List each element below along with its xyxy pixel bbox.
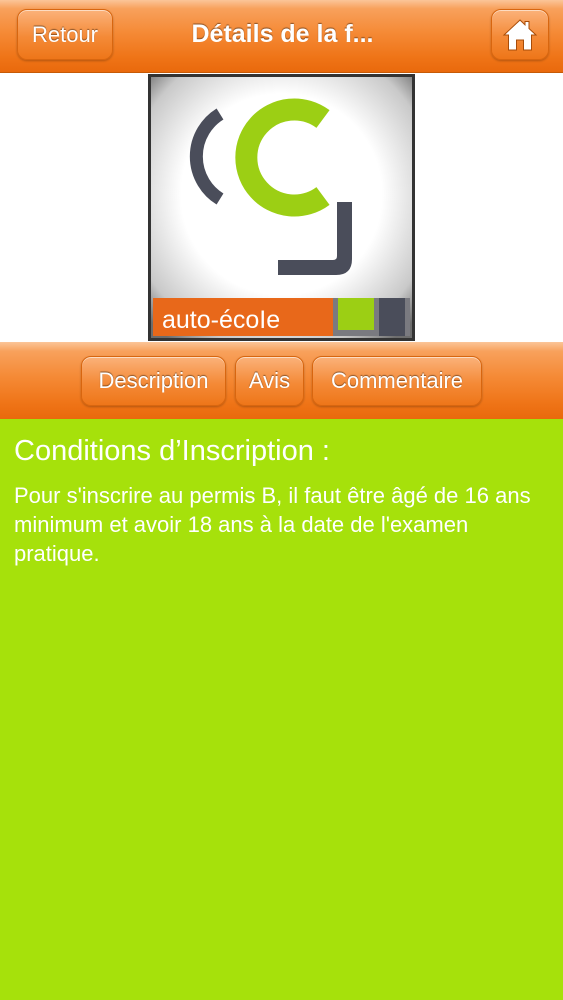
tab-avis-label: Avis bbox=[248, 368, 291, 393]
back-button[interactable]: Retour bbox=[17, 9, 113, 60]
home-button[interactable] bbox=[491, 9, 549, 60]
tab-avis[interactable]: Avis bbox=[235, 356, 304, 406]
back-button-label: Retour bbox=[31, 21, 99, 47]
page-title: Détails de la f... bbox=[191, 19, 374, 48]
tab-description[interactable]: Description bbox=[81, 356, 226, 406]
home-icon bbox=[502, 18, 538, 50]
tab-description-label: Description bbox=[98, 368, 209, 393]
logo-area: auto-écoIe bbox=[0, 73, 563, 342]
tab-bar: Description Avis Commentaire bbox=[0, 342, 563, 419]
logo-caption: auto-écoIe bbox=[162, 306, 280, 334]
auto-ecole-logo: auto-écoIe bbox=[148, 74, 415, 341]
tab-commentaire-label: Commentaire bbox=[330, 368, 464, 393]
header-bar: Retour Détails de la f... bbox=[0, 0, 563, 73]
section-text: Pour s'inscrire au permis B, il faut êtr… bbox=[14, 483, 531, 566]
section-title: Conditions d’Inscription : bbox=[14, 435, 330, 467]
tab-commentaire[interactable]: Commentaire bbox=[312, 356, 482, 406]
content-panel: Conditions d’Inscription : Pour s'inscri… bbox=[0, 419, 563, 1000]
